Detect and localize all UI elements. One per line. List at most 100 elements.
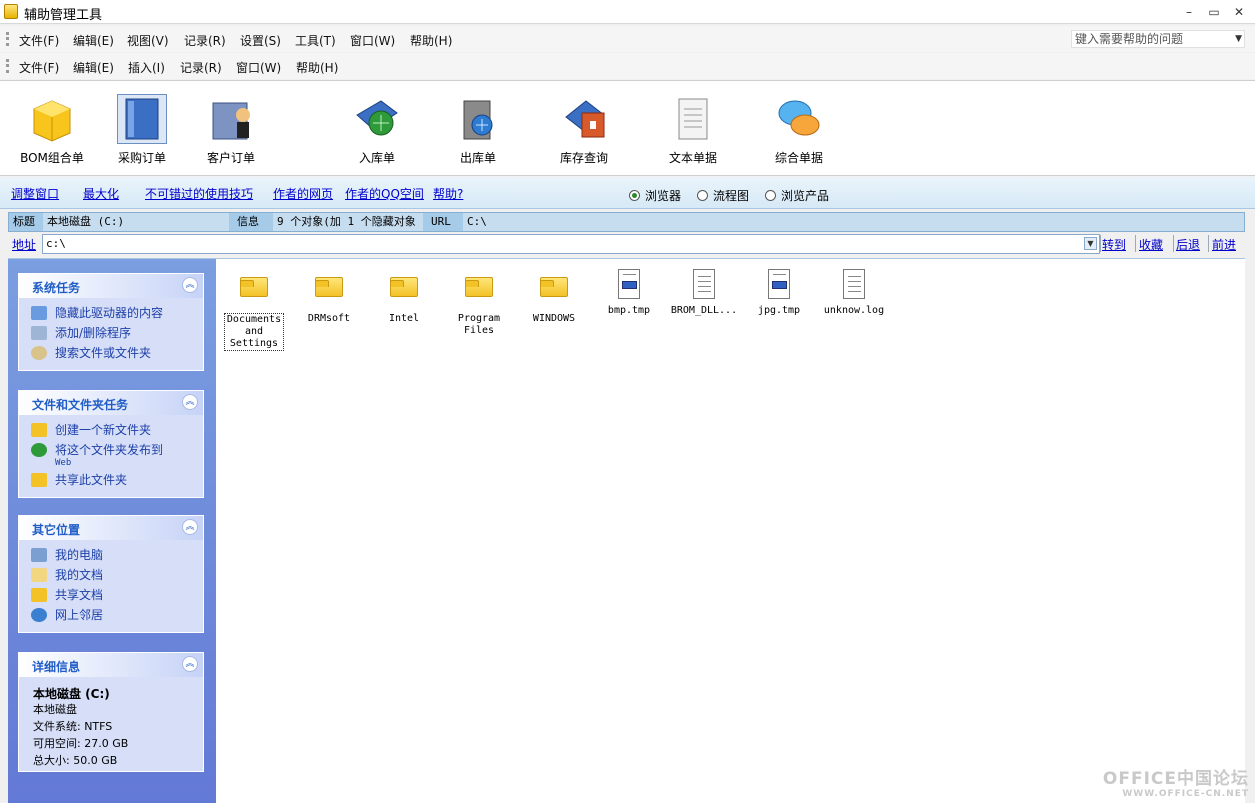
system-tasks-header[interactable]: 系统任务 ︽ bbox=[19, 274, 203, 298]
radio-flowchart-label: 流程图 bbox=[713, 189, 750, 203]
purchase-order-button[interactable]: 采购订单 bbox=[102, 94, 182, 166]
file-tasks-header[interactable]: 文件和文件夹任务 ︽ bbox=[19, 391, 203, 415]
file-name: DRMsoft bbox=[307, 313, 351, 324]
folder-documents-and-settings[interactable]: Documents and Settings bbox=[218, 269, 290, 351]
other-places-panel: 其它位置 ︽ 我的电脑 我的文档 共享文档 网上邻居 bbox=[18, 515, 204, 633]
share-folder-task[interactable]: 共享此文件夹 bbox=[19, 471, 203, 491]
file-name: jpg.tmp bbox=[757, 305, 801, 316]
address-input[interactable]: c:\ bbox=[42, 234, 1100, 254]
toolbar-grip[interactable] bbox=[6, 32, 9, 46]
collapse-icon[interactable]: ︽ bbox=[182, 656, 198, 672]
stock-in-label: 入库单 bbox=[358, 151, 395, 165]
task-label: 搜索文件或文件夹 bbox=[55, 346, 152, 360]
radio-browser[interactable]: 浏览器 bbox=[629, 187, 681, 204]
tips-link[interactable]: 不可错过的使用技巧 bbox=[145, 185, 253, 202]
search-icon bbox=[31, 346, 47, 360]
watermark-line2: WWW.OFFICE-CN.NET bbox=[1122, 789, 1249, 799]
menu-file[interactable]: 文件(F) bbox=[19, 32, 59, 49]
menu-file[interactable]: 文件(F) bbox=[19, 59, 59, 76]
help-link[interactable]: 帮助? bbox=[433, 185, 463, 202]
other-places-header[interactable]: 其它位置 ︽ bbox=[19, 516, 203, 540]
address-label[interactable]: 地址 bbox=[12, 236, 36, 253]
menu-edit[interactable]: 编辑(E) bbox=[73, 32, 114, 49]
go-link[interactable]: 转到 bbox=[1102, 236, 1126, 253]
file-unknow-log[interactable]: unknow.log bbox=[818, 269, 890, 317]
hide-drive-contents-task[interactable]: 隐藏此驱动器的内容 bbox=[19, 304, 203, 324]
address-row: 地址 c:\ ▼ 转到 收藏 后退 前进 bbox=[8, 234, 1245, 254]
stock-out-button[interactable]: 出库单 bbox=[438, 95, 518, 166]
divider bbox=[1173, 235, 1174, 252]
stock-in-button[interactable]: 入库单 bbox=[337, 95, 417, 166]
summary-document-button[interactable]: 综合单据 bbox=[759, 95, 839, 166]
radio-browse-products[interactable]: 浏览产品 bbox=[765, 187, 829, 204]
adjust-window-link[interactable]: 调整窗口 bbox=[11, 185, 59, 202]
file-bmp-tmp[interactable]: bmp.tmp bbox=[593, 269, 665, 317]
radio-flowchart[interactable]: 流程图 bbox=[697, 187, 749, 204]
minimize-button[interactable]: – bbox=[1180, 4, 1198, 20]
link-bar: 调整窗口 最大化 不可错过的使用技巧 作者的网页 作者的QQ空间 帮助? 浏览器… bbox=[0, 177, 1255, 209]
collapse-icon[interactable]: ︽ bbox=[182, 277, 198, 293]
inventory-query-button[interactable]: 库存查询 bbox=[544, 95, 624, 166]
customer-order-button[interactable]: 客户订单 bbox=[191, 95, 271, 166]
folder-program-files[interactable]: Program Files bbox=[443, 269, 515, 337]
publish-web-task-cont[interactable]: Web bbox=[19, 457, 203, 471]
menu-window[interactable]: 窗口(W) bbox=[236, 59, 281, 76]
restore-button[interactable]: ▭ bbox=[1205, 4, 1223, 20]
shared-documents-link[interactable]: 共享文档 bbox=[19, 586, 203, 606]
menu-tools[interactable]: 工具(T) bbox=[295, 32, 336, 49]
my-documents-link[interactable]: 我的文档 bbox=[19, 566, 203, 586]
favorites-link[interactable]: 收藏 bbox=[1139, 236, 1163, 253]
radio-dot bbox=[697, 190, 708, 201]
bom-button[interactable]: BOM组合单 bbox=[12, 95, 92, 166]
text-document-button[interactable]: 文本单据 bbox=[653, 95, 733, 166]
folder-icon bbox=[390, 277, 418, 307]
chevron-down-icon[interactable]: ▼ bbox=[1084, 237, 1097, 250]
toolbar-grip[interactable] bbox=[6, 59, 9, 73]
new-folder-task[interactable]: 创建一个新文件夹 bbox=[19, 421, 203, 441]
close-button[interactable]: ✕ bbox=[1230, 4, 1248, 20]
help-question-placeholder: 键入需要帮助的问题 bbox=[1075, 32, 1184, 46]
chevron-down-icon[interactable]: ▼ bbox=[1235, 31, 1242, 47]
new-folder-icon bbox=[31, 423, 47, 437]
file-brom-dll[interactable]: BROM_DLL... bbox=[668, 269, 740, 317]
search-files-task[interactable]: 搜索文件或文件夹 bbox=[19, 344, 203, 364]
info-value: 9 个对象(加 1 个隐藏对象 bbox=[273, 213, 423, 231]
publish-web-task[interactable]: 将这个文件夹发布到 bbox=[19, 441, 203, 457]
menu-edit[interactable]: 编辑(E) bbox=[73, 59, 114, 76]
collapse-icon[interactable]: ︽ bbox=[182, 519, 198, 535]
free-space: 可用空间: 27.0 GB bbox=[33, 737, 129, 750]
details-header[interactable]: 详细信息 ︽ bbox=[19, 653, 203, 677]
collapse-icon[interactable]: ︽ bbox=[182, 394, 198, 410]
my-computer-link[interactable]: 我的电脑 bbox=[19, 546, 203, 566]
task-label: Web bbox=[55, 458, 72, 468]
customer-icon bbox=[207, 95, 255, 143]
menu-view[interactable]: 视图(V) bbox=[127, 32, 169, 49]
menu-record[interactable]: 记录(R) bbox=[184, 32, 226, 49]
file-name: Intel bbox=[388, 313, 420, 324]
folder-intel[interactable]: Intel bbox=[368, 269, 440, 325]
network-places-link[interactable]: 网上邻居 bbox=[19, 606, 203, 626]
menu-window[interactable]: 窗口(W) bbox=[350, 32, 395, 49]
maximize-link[interactable]: 最大化 bbox=[83, 185, 119, 202]
file-jpg-tmp[interactable]: jpg.tmp bbox=[743, 269, 815, 317]
menu-settings[interactable]: 设置(S) bbox=[240, 32, 281, 49]
system-tasks-panel: 系统任务 ︽ 隐藏此驱动器的内容 添加/删除程序 搜索文件或文件夹 bbox=[18, 273, 204, 371]
add-remove-programs-task[interactable]: 添加/删除程序 bbox=[19, 324, 203, 344]
menu-help[interactable]: 帮助(H) bbox=[410, 32, 452, 49]
help-question-input[interactable]: 键入需要帮助的问题 ▼ bbox=[1071, 30, 1245, 48]
divider bbox=[1100, 235, 1101, 252]
folder-drmsoft[interactable]: DRMsoft bbox=[293, 269, 365, 325]
menu-record[interactable]: 记录(R) bbox=[180, 59, 222, 76]
author-qq-link[interactable]: 作者的QQ空间 bbox=[345, 185, 424, 202]
programs-icon bbox=[31, 326, 47, 340]
cube-icon bbox=[28, 95, 76, 143]
author-homepage-link[interactable]: 作者的网页 bbox=[273, 185, 333, 202]
radio-browse-products-label: 浏览产品 bbox=[781, 189, 830, 203]
documents-icon bbox=[31, 568, 47, 582]
folder-windows[interactable]: WINDOWS bbox=[518, 269, 590, 325]
menu-help[interactable]: 帮助(H) bbox=[296, 59, 338, 76]
back-link[interactable]: 后退 bbox=[1176, 236, 1200, 253]
globe-icon bbox=[31, 443, 47, 457]
menu-insert[interactable]: 插入(I) bbox=[128, 59, 165, 76]
forward-link[interactable]: 前进 bbox=[1212, 236, 1236, 253]
